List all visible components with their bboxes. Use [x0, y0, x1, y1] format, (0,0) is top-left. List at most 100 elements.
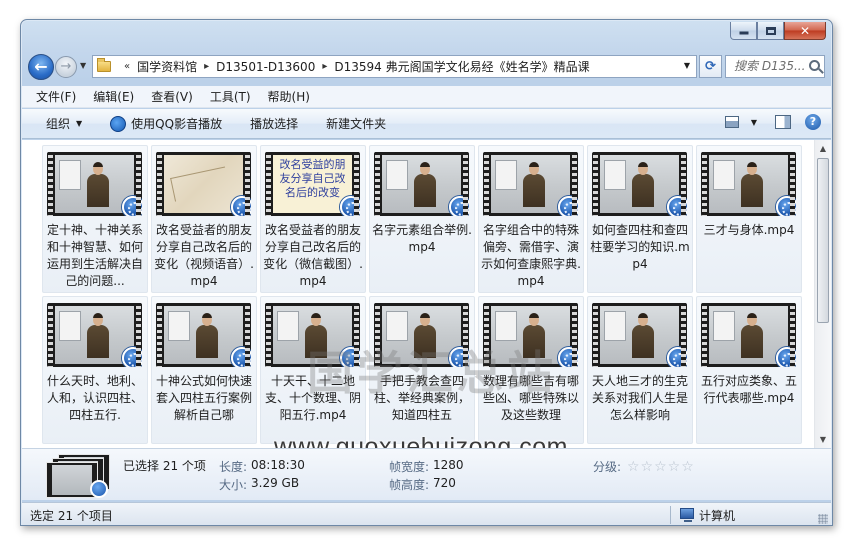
- search-input[interactable]: 搜索 D135...: [725, 55, 825, 78]
- address-bar[interactable]: « 国学资料馆 ▸ D13501-D13600 ▸ D13594 弗元阁国学文化…: [92, 55, 697, 78]
- close-button[interactable]: ✕: [784, 22, 826, 40]
- file-name: 名字组合中的特殊偏旁、需借字、演示如何查康熙字典.mp4: [481, 223, 581, 288]
- file-view: 定十神、十神关系和十神智慧、如何运用到生活解决自己的问题... 改名受益者的朋友分…: [22, 140, 831, 448]
- file-item[interactable]: 定十神、十神关系和十神智慧、如何运用到生活解决自己的问题...: [42, 145, 148, 293]
- selected-count: 已选择 21 个项: [123, 459, 206, 473]
- computer-icon: [680, 508, 694, 522]
- status-divider: [670, 506, 671, 524]
- arrow-right-icon: →: [60, 59, 72, 74]
- preview-pane-icon[interactable]: [775, 115, 791, 129]
- scroll-up-icon[interactable]: ▲: [815, 140, 831, 157]
- file-name: 天人地三才的生克关系对我们人生是怎么样影响: [591, 374, 688, 422]
- video-thumbnail: [592, 152, 687, 216]
- caption-buttons: ✕: [730, 22, 826, 40]
- breadcrumb-arrow-icon[interactable]: ▸: [204, 61, 209, 72]
- qq-player-icon: [231, 196, 251, 216]
- status-bar: 选定 21 个项目 计算机: [22, 502, 831, 525]
- refresh-icon: ⟳: [705, 59, 716, 74]
- video-thumbnail: [156, 152, 251, 216]
- search-placeholder: 搜索 D135...: [734, 59, 806, 73]
- size-value: 3.29 GB: [251, 476, 300, 490]
- refresh-button[interactable]: ⟳: [699, 55, 722, 78]
- organize-label: 组织: [46, 117, 71, 131]
- toolbar-right: ▼ ?: [724, 114, 821, 130]
- rating-stars[interactable]: ☆☆☆☆☆: [627, 459, 695, 475]
- play-selection-button[interactable]: 播放选择: [250, 115, 298, 132]
- maximize-button[interactable]: [757, 22, 784, 40]
- file-item[interactable]: 名字组合中的特殊偏旁、需借字、演示如何查康熙字典.mp4: [478, 145, 584, 293]
- forward-button[interactable]: →: [55, 56, 77, 78]
- scroll-down-icon[interactable]: ▼: [815, 431, 831, 448]
- duration-value: 08:18:30: [251, 458, 305, 472]
- file-item[interactable]: 什么天时、地利、人和，认识四柱、四柱五行.: [42, 296, 148, 444]
- qq-player-icon: [122, 196, 142, 216]
- video-thumbnail: [47, 303, 142, 367]
- video-thumbnail: 改名受益的朋友分享自己改名后的改变: [265, 152, 360, 216]
- breadcrumb-arrow-icon[interactable]: ▸: [322, 61, 327, 72]
- file-item[interactable]: 五行对应类象、五行代表哪些.mp4: [696, 296, 802, 444]
- address-row: ← → ▼ « 国学资料馆 ▸ D13501-D13600 ▸ D13594 弗…: [28, 54, 825, 80]
- help-icon[interactable]: ?: [805, 114, 821, 130]
- file-name: 五行对应类象、五行代表哪些.mp4: [700, 374, 797, 405]
- qq-player-icon: [122, 347, 142, 367]
- file-name: 什么天时、地利、人和，认识四柱、四柱五行.: [46, 374, 143, 422]
- overflow-chevron-icon[interactable]: «: [124, 61, 130, 72]
- menu-help[interactable]: 帮助(H): [268, 88, 310, 105]
- folder-icon: [97, 58, 111, 72]
- qq-player-icon: [667, 196, 687, 216]
- back-button[interactable]: ←: [28, 54, 54, 80]
- new-folder-button[interactable]: 新建文件夹: [326, 115, 386, 132]
- search-icon: [809, 60, 820, 71]
- video-thumbnail: [374, 152, 469, 216]
- frame-width-value: 1280: [433, 458, 464, 472]
- file-item[interactable]: 改名受益者的朋友分享自己改名后的变化（视频语音）.mp4: [151, 145, 257, 293]
- file-item[interactable]: 改名受益的朋友分享自己改名后的改变 改名受益者的朋友分享自己改名后的变化（微信截图…: [260, 145, 366, 293]
- status-location-text: 计算机: [699, 509, 736, 523]
- file-item[interactable]: 名字元素组合举例.mp4: [369, 145, 475, 293]
- menu-view[interactable]: 查看(V): [151, 88, 193, 105]
- address-dropdown-icon[interactable]: ▼: [684, 61, 690, 70]
- qq-player-icon: [558, 347, 578, 367]
- file-name: 十神公式如何快速套入四柱五行案例解析自己哪: [155, 374, 252, 422]
- file-name: 三才与身体.mp4: [703, 223, 795, 237]
- new-folder-label: 新建文件夹: [326, 117, 387, 131]
- details-pane: 已选择 21 个项 长度: 08:18:30 大小: 3.29 GB 帧宽度: …: [22, 448, 831, 500]
- qq-player-icon: [667, 347, 687, 367]
- change-view-icon[interactable]: [724, 116, 739, 128]
- recent-pages-dropdown[interactable]: ▼: [80, 61, 86, 70]
- breadcrumb-0[interactable]: 国学资料馆: [137, 58, 197, 75]
- menu-file[interactable]: 文件(F): [36, 88, 76, 105]
- minimize-button[interactable]: [730, 22, 757, 40]
- file-item[interactable]: 天人地三才的生克关系对我们人生是怎么样影响: [587, 296, 693, 444]
- file-name: 改名受益者的朋友分享自己改名后的变化（视频语音）.mp4: [154, 223, 254, 288]
- minimize-icon: [739, 27, 748, 34]
- frame-height-key: 帧高度:: [389, 478, 430, 492]
- menu-tools[interactable]: 工具(T): [210, 88, 251, 105]
- qq-player-icon: [90, 480, 108, 498]
- qq-player-icon: [340, 196, 360, 216]
- rating-key: 分级:: [593, 460, 622, 474]
- file-name: 名字元素组合举例.mp4: [372, 223, 472, 254]
- file-item[interactable]: 十神公式如何快速套入四柱五行案例解析自己哪: [151, 296, 257, 444]
- explorer-window: ✕ ← → ▼ « 国学资料馆 ▸ D13501-D13600 ▸ D13594…: [20, 19, 833, 526]
- command-bar: 组织 ▼ 使用QQ影音播放 播放选择 新建文件夹 ▼ ?: [22, 109, 831, 139]
- qq-player-icon: [558, 196, 578, 216]
- vertical-scrollbar[interactable]: ▲ ▼: [814, 140, 831, 448]
- file-name: 定十神、十神关系和十神智慧、如何运用到生活解决自己的问题...: [46, 223, 143, 288]
- frame-width-key: 帧宽度:: [389, 460, 430, 474]
- breadcrumb-2[interactable]: D13594 弗元阁国学文化易经《姓名学》精品课: [334, 58, 589, 75]
- watermark-text: 国学汇总站: [307, 346, 557, 400]
- resize-grip[interactable]: [818, 514, 828, 524]
- organize-button[interactable]: 组织 ▼: [46, 115, 82, 132]
- file-item[interactable]: 三才与身体.mp4: [696, 145, 802, 293]
- status-selected-text: 选定 21 个项目: [30, 509, 113, 523]
- video-thumbnail: [156, 303, 251, 367]
- play-with-qq-button[interactable]: 使用QQ影音播放: [110, 115, 222, 132]
- file-item[interactable]: 如何查四柱和查四柱要学习的知识.mp4: [587, 145, 693, 293]
- menu-edit[interactable]: 编辑(E): [93, 88, 134, 105]
- scroll-thumb[interactable]: [817, 158, 829, 323]
- view-options-chevron-icon[interactable]: ▼: [751, 118, 757, 127]
- qq-player-icon: [776, 347, 796, 367]
- file-name: 改名受益者的朋友分享自己改名后的变化（微信截图）.mp4: [263, 223, 363, 288]
- breadcrumb-1[interactable]: D13501-D13600: [216, 60, 315, 74]
